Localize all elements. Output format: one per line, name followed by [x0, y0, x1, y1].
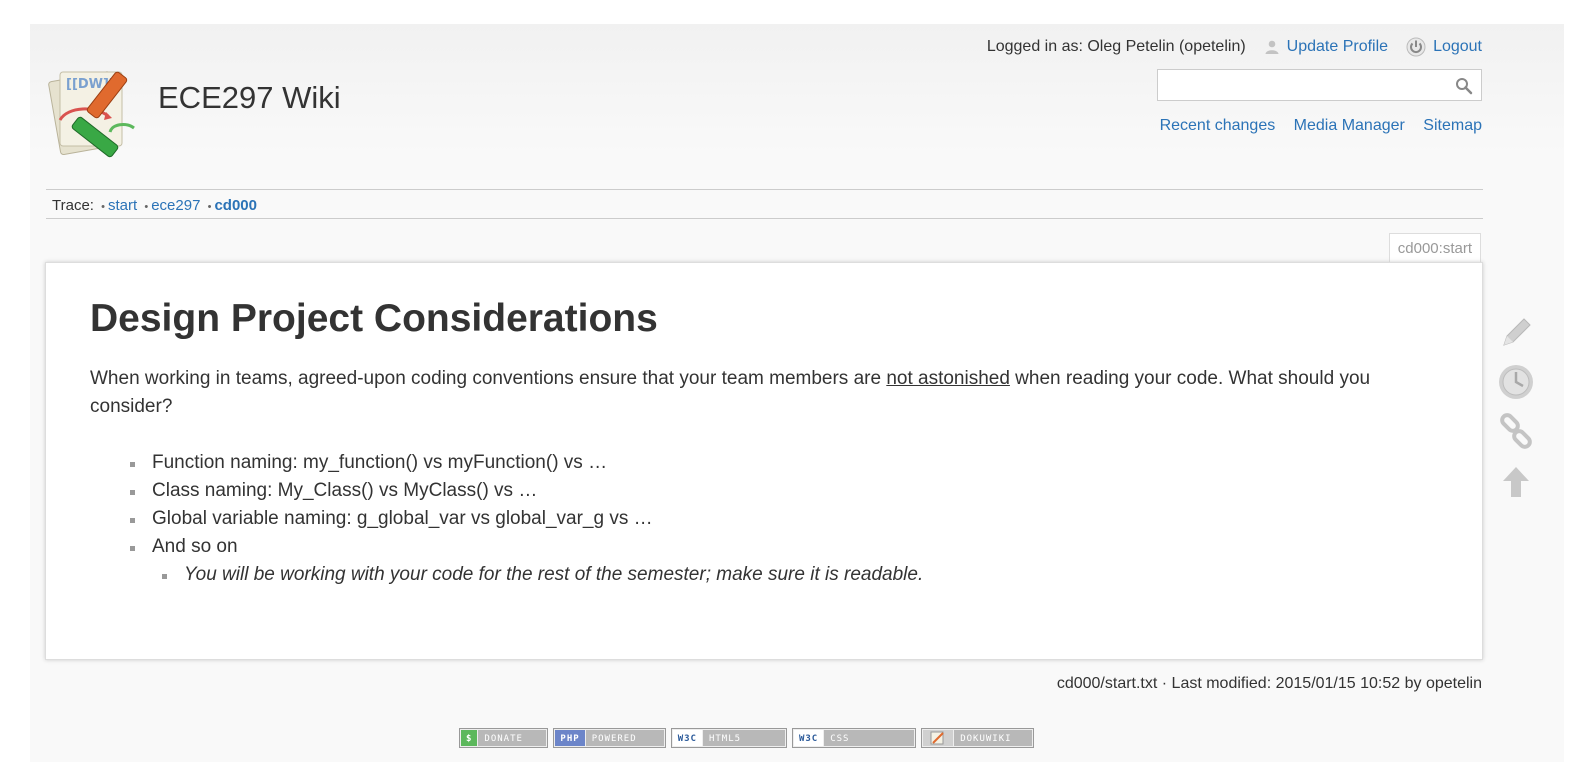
page-id[interactable]: cd000:start: [1388, 233, 1481, 263]
media-manager-link[interactable]: Media Manager: [1294, 117, 1405, 134]
donate-badge[interactable]: $ DONATE: [459, 728, 549, 748]
back-to-top-icon[interactable]: [1496, 462, 1536, 502]
footer-badges: $ DONATE PHP POWERED W3C HTML5 W3C CSS D…: [459, 728, 1039, 748]
site-logo-link[interactable]: [[DW]]: [46, 62, 144, 160]
dokuwiki-mini-logo-icon: [923, 730, 954, 746]
list-item: Function naming: my_function() vs myFunc…: [130, 449, 1438, 477]
intro-paragraph: When working in teams, agreed-upon codin…: [90, 365, 1438, 421]
badge-right: DOKUWIKI: [954, 730, 1033, 746]
badge-right: CSS: [824, 730, 915, 746]
breadcrumb-separator: •: [207, 201, 212, 213]
logged-in-label: Logged in as: Oleg Petelin (opetelin): [986, 38, 1246, 55]
update-profile-link[interactable]: Update Profile: [1287, 38, 1388, 56]
edit-icon[interactable]: [1496, 312, 1536, 352]
site-container: [[DW]] ECE297 Wiki Logged in as: Oleg Pe…: [30, 24, 1564, 762]
trace-label: Trace:: [52, 197, 94, 214]
badge-right: DONATE: [478, 730, 547, 746]
breadcrumb: Trace: • start • ece297 • cd000: [46, 189, 1483, 219]
list-item-and-so-on: And so on You will be working with your …: [130, 533, 1438, 589]
revisions-icon[interactable]: [1496, 362, 1536, 402]
badge-left: PHP: [555, 730, 585, 746]
badge-left: W3C: [672, 730, 702, 746]
list-item: Class naming: My_Class() vs MyClass() vs…: [130, 477, 1438, 505]
badge-left: $: [461, 730, 478, 746]
search-input[interactable]: [1164, 71, 1448, 101]
sub-list: You will be working with your code for t…: [152, 561, 1438, 589]
last-modified-info: cd000/start.txt · Last modified: 2015/01…: [1056, 675, 1482, 692]
search-box: [1157, 69, 1482, 101]
dokuwiki-badge[interactable]: DOKUWIKI: [921, 728, 1035, 748]
user-tools: Logged in as: Oleg Petelin (opetelin) Up…: [987, 37, 1482, 57]
breadcrumb-separator: •: [101, 201, 105, 213]
list-item: Global variable naming: g_global_var vs …: [130, 505, 1438, 533]
not-astonished-text: not astonished: [886, 368, 1010, 389]
page-content: Design Project Considerations When worki…: [45, 262, 1483, 660]
backlinks-icon[interactable]: [1496, 412, 1536, 452]
w3c-css-badge[interactable]: W3C CSS: [791, 728, 917, 748]
page-title: Design Project Considerations: [90, 297, 658, 340]
intro-text-before: When working in teams, agreed-upon codin…: [90, 368, 887, 389]
badge-left: W3C: [793, 730, 824, 746]
breadcrumb-separator: •: [144, 201, 149, 213]
php-powered-badge[interactable]: PHP POWERED: [553, 728, 666, 748]
sitemap-link[interactable]: Sitemap: [1423, 117, 1482, 134]
dokuwiki-logo-icon: [[DW]]: [48, 71, 135, 158]
badge-right: HTML5: [702, 730, 785, 746]
site-title[interactable]: ECE297 Wiki: [158, 80, 341, 116]
breadcrumb-ece297[interactable]: ece297: [151, 197, 200, 214]
considerations-list: Function naming: my_function() vs myFunc…: [90, 449, 1438, 589]
recent-changes-link[interactable]: Recent changes: [1160, 117, 1276, 134]
update-profile-item[interactable]: Update Profile: [1264, 38, 1388, 56]
logout-link[interactable]: Logout: [1433, 38, 1482, 56]
breadcrumb-cd000[interactable]: cd000: [214, 197, 257, 214]
list-item-text: And so on: [152, 536, 238, 557]
sub-list-item: You will be working with your code for t…: [162, 561, 1438, 589]
logout-item[interactable]: Logout: [1406, 37, 1482, 57]
breadcrumb-start[interactable]: start: [108, 197, 137, 214]
w3c-html5-badge[interactable]: W3C HTML5: [670, 728, 787, 748]
badge-right: POWERED: [585, 730, 664, 746]
site-tools: Recent changes Media Manager Sitemap: [1146, 117, 1482, 135]
search-icon[interactable]: [1455, 77, 1473, 95]
user-icon: [1265, 40, 1279, 54]
power-icon: [1406, 37, 1426, 57]
